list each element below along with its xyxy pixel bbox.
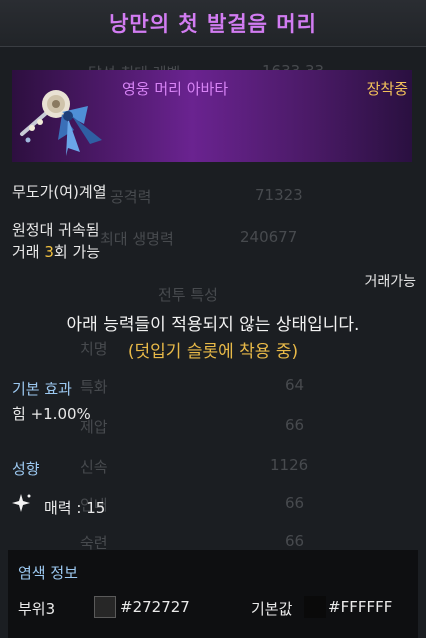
trade-prefix: 거래 bbox=[12, 243, 45, 261]
base-value-label: 기본값 bbox=[251, 600, 293, 618]
part-color-swatch bbox=[94, 596, 116, 618]
trade-suffix: 회 가능 bbox=[53, 243, 101, 261]
part-color-hex: #272727 bbox=[120, 598, 190, 616]
notice-main: 아래 능력들이 적용되지 않는 상태입니다. bbox=[66, 315, 360, 335]
class-restriction: 무도가(여)계열 bbox=[12, 183, 107, 201]
equip-status: 장착중 bbox=[366, 80, 408, 98]
charm-stat: 매력 : 15 bbox=[44, 499, 106, 517]
base-color-hex: #FFFFFF bbox=[328, 598, 393, 616]
tooltip-title-bar: 낭만의 첫 발걸음 머리 bbox=[0, 0, 426, 47]
dye-info-title: 염색 정보 bbox=[18, 564, 78, 582]
base-color-swatch bbox=[304, 596, 326, 618]
tradable-label: 거래가능 bbox=[364, 274, 416, 290]
basic-effect-label: 기본 효과 bbox=[12, 380, 72, 398]
item-header: 영웅 머리 아바타 장착중 bbox=[12, 70, 412, 162]
tendency-label: 성향 bbox=[12, 460, 40, 478]
sparkle-icon bbox=[12, 493, 32, 513]
basic-effect-stat: 힘 +1.00% bbox=[12, 405, 91, 423]
notice-sub: (덧입기 슬롯에 착용 중) bbox=[127, 342, 299, 362]
item-grade-type: 영웅 머리 아바타 bbox=[122, 80, 229, 98]
dye-info-panel: 염색 정보 부위3 #272727 기본값 #FFFFFF bbox=[8, 550, 418, 638]
hair-accessory-icon bbox=[18, 78, 108, 158]
trade-count: 거래 3회 가능 bbox=[12, 241, 100, 262]
dye-part-label: 부위3 bbox=[18, 600, 56, 618]
item-name: 낭만의 첫 발걸음 머리 bbox=[109, 12, 317, 36]
trade-count-value: 3 bbox=[44, 243, 54, 261]
bind-status: 원정대 귀속됨 bbox=[12, 221, 100, 239]
